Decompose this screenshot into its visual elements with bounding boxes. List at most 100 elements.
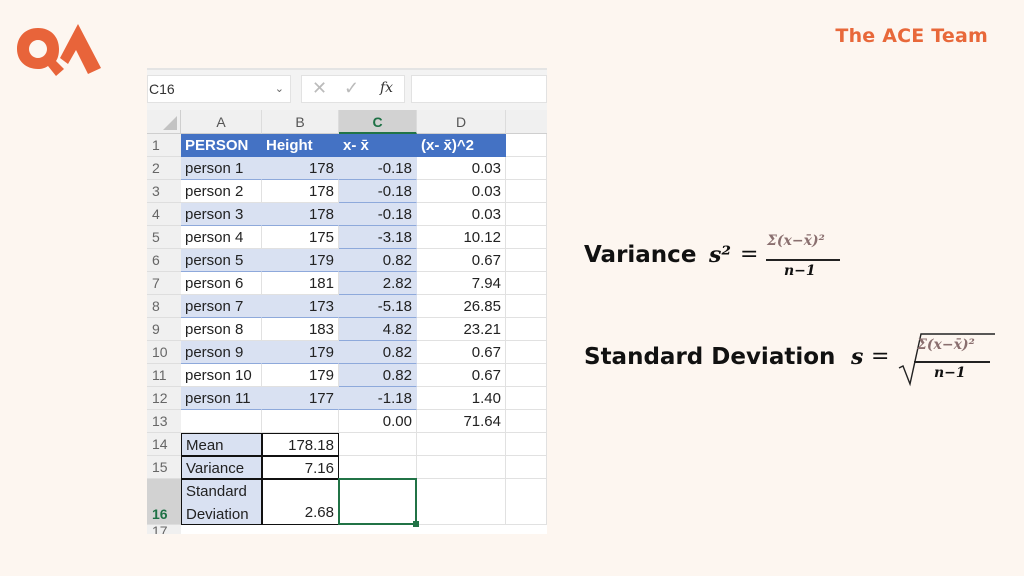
person-name-cell[interactable]: person 9 xyxy=(181,341,262,364)
empty-cell[interactable] xyxy=(262,410,339,433)
empty-cell[interactable] xyxy=(506,433,547,456)
deviation-cell[interactable]: -1.18 xyxy=(339,387,417,410)
enter-icon[interactable]: ✓ xyxy=(344,78,359,99)
person-name-cell[interactable]: person 8 xyxy=(181,318,262,341)
column-header-a[interactable]: A xyxy=(181,110,262,134)
deviation-cell[interactable]: 2.82 xyxy=(339,272,417,295)
height-cell[interactable]: 183 xyxy=(262,318,339,341)
row-header[interactable]: 13 xyxy=(147,410,181,433)
squared-deviation-cell[interactable]: 0.67 xyxy=(417,364,506,387)
row-header[interactable]: 5 xyxy=(147,226,181,249)
insert-function-icon[interactable]: fx xyxy=(380,80,393,96)
person-name-cell[interactable]: person 5 xyxy=(181,249,262,272)
empty-cell[interactable] xyxy=(506,341,547,364)
deviation-cell[interactable]: -0.18 xyxy=(339,203,417,226)
height-cell[interactable]: 181 xyxy=(262,272,339,295)
empty-cell[interactable] xyxy=(506,387,547,410)
squared-deviation-cell[interactable]: 0.67 xyxy=(417,341,506,364)
squared-deviation-cell[interactable]: 7.94 xyxy=(417,272,506,295)
header-squared[interactable]: (x- x̄)^2 xyxy=(417,134,506,157)
stat-label-cell[interactable]: Variance xyxy=(181,456,262,479)
row-header[interactable]: 3 xyxy=(147,180,181,203)
squared-deviation-cell[interactable]: 0.03 xyxy=(417,180,506,203)
person-name-cell[interactable]: person 7 xyxy=(181,295,262,318)
column-header-e[interactable] xyxy=(506,110,547,134)
empty-cell[interactable] xyxy=(506,410,547,433)
row-header[interactable]: 7 xyxy=(147,272,181,295)
squared-deviation-cell[interactable]: 0.67 xyxy=(417,249,506,272)
empty-cell[interactable] xyxy=(506,249,547,272)
squared-deviation-cell[interactable]: 0.03 xyxy=(417,203,506,226)
person-name-cell[interactable]: person 1 xyxy=(181,157,262,180)
column-header-d[interactable]: D xyxy=(417,110,506,134)
squared-deviation-cell[interactable]: 1.40 xyxy=(417,387,506,410)
deviation-cell[interactable]: -5.18 xyxy=(339,295,417,318)
empty-cell[interactable] xyxy=(181,410,262,433)
header-height[interactable]: Height xyxy=(262,134,339,157)
squared-sum-cell[interactable]: 71.64 xyxy=(417,410,506,433)
stat-label-cell[interactable]: Mean xyxy=(181,433,262,456)
empty-cell[interactable] xyxy=(506,479,547,525)
squared-deviation-cell[interactable]: 10.12 xyxy=(417,226,506,249)
row-header[interactable]: 4 xyxy=(147,203,181,226)
header-person[interactable]: PERSON xyxy=(181,134,262,157)
empty-cell[interactable] xyxy=(417,433,506,456)
row-header[interactable]: 2 xyxy=(147,157,181,180)
cancel-icon[interactable]: ✕ xyxy=(312,78,327,99)
deviation-cell[interactable]: 0.82 xyxy=(339,364,417,387)
row-header[interactable]: 17 xyxy=(147,524,181,534)
deviation-cell[interactable]: 0.82 xyxy=(339,341,417,364)
height-cell[interactable]: 175 xyxy=(262,226,339,249)
empty-cell[interactable] xyxy=(506,456,547,479)
height-cell[interactable]: 179 xyxy=(262,249,339,272)
stat-value-cell[interactable]: 2.68 xyxy=(262,479,339,525)
chevron-down-icon[interactable]: ⌄ xyxy=(275,76,284,102)
height-cell[interactable]: 178 xyxy=(262,180,339,203)
empty-cell[interactable] xyxy=(506,157,547,180)
row-header[interactable]: 12 xyxy=(147,387,181,410)
row-header[interactable]: 15 xyxy=(147,456,181,479)
stat-value-cell[interactable]: 7.16 xyxy=(262,456,339,479)
person-name-cell[interactable]: person 6 xyxy=(181,272,262,295)
height-cell[interactable]: 179 xyxy=(262,364,339,387)
empty-cell[interactable] xyxy=(339,433,417,456)
header-deviation[interactable]: x- x̄ xyxy=(339,134,417,157)
row-header[interactable]: 11 xyxy=(147,364,181,387)
row-header[interactable]: 10 xyxy=(147,341,181,364)
empty-cell[interactable] xyxy=(506,134,547,157)
empty-cell[interactable] xyxy=(506,318,547,341)
deviation-cell[interactable]: -3.18 xyxy=(339,226,417,249)
row-header[interactable]: 6 xyxy=(147,249,181,272)
formula-input[interactable] xyxy=(411,75,547,103)
empty-cell[interactable] xyxy=(339,456,417,479)
squared-deviation-cell[interactable]: 0.03 xyxy=(417,157,506,180)
select-all-corner[interactable] xyxy=(147,110,181,134)
row-header[interactable]: 14 xyxy=(147,433,181,456)
row-header[interactable]: 8 xyxy=(147,295,181,318)
person-name-cell[interactable]: person 4 xyxy=(181,226,262,249)
height-cell[interactable]: 179 xyxy=(262,341,339,364)
column-header-c[interactable]: C xyxy=(339,110,417,134)
person-name-cell[interactable]: person 10 xyxy=(181,364,262,387)
empty-cell[interactable] xyxy=(506,203,547,226)
active-cell-c16[interactable] xyxy=(338,478,419,527)
empty-cell[interactable] xyxy=(506,180,547,203)
height-cell[interactable]: 178 xyxy=(262,157,339,180)
deviation-cell[interactable]: 4.82 xyxy=(339,318,417,341)
height-cell[interactable]: 177 xyxy=(262,387,339,410)
person-name-cell[interactable]: person 11 xyxy=(181,387,262,410)
empty-cell[interactable] xyxy=(506,295,547,318)
empty-cell[interactable] xyxy=(506,272,547,295)
height-cell[interactable]: 173 xyxy=(262,295,339,318)
empty-cell[interactable] xyxy=(506,226,547,249)
person-name-cell[interactable]: person 3 xyxy=(181,203,262,226)
empty-cell[interactable] xyxy=(417,479,506,525)
column-header-b[interactable]: B xyxy=(262,110,339,134)
squared-deviation-cell[interactable]: 23.21 xyxy=(417,318,506,341)
deviation-cell[interactable]: -0.18 xyxy=(339,180,417,203)
deviation-cell[interactable]: -0.18 xyxy=(339,157,417,180)
row-header[interactable]: 9 xyxy=(147,318,181,341)
empty-cell[interactable] xyxy=(506,364,547,387)
row-header[interactable]: 16 xyxy=(147,479,181,525)
stat-label-cell[interactable]: Standard Deviation xyxy=(181,479,262,525)
